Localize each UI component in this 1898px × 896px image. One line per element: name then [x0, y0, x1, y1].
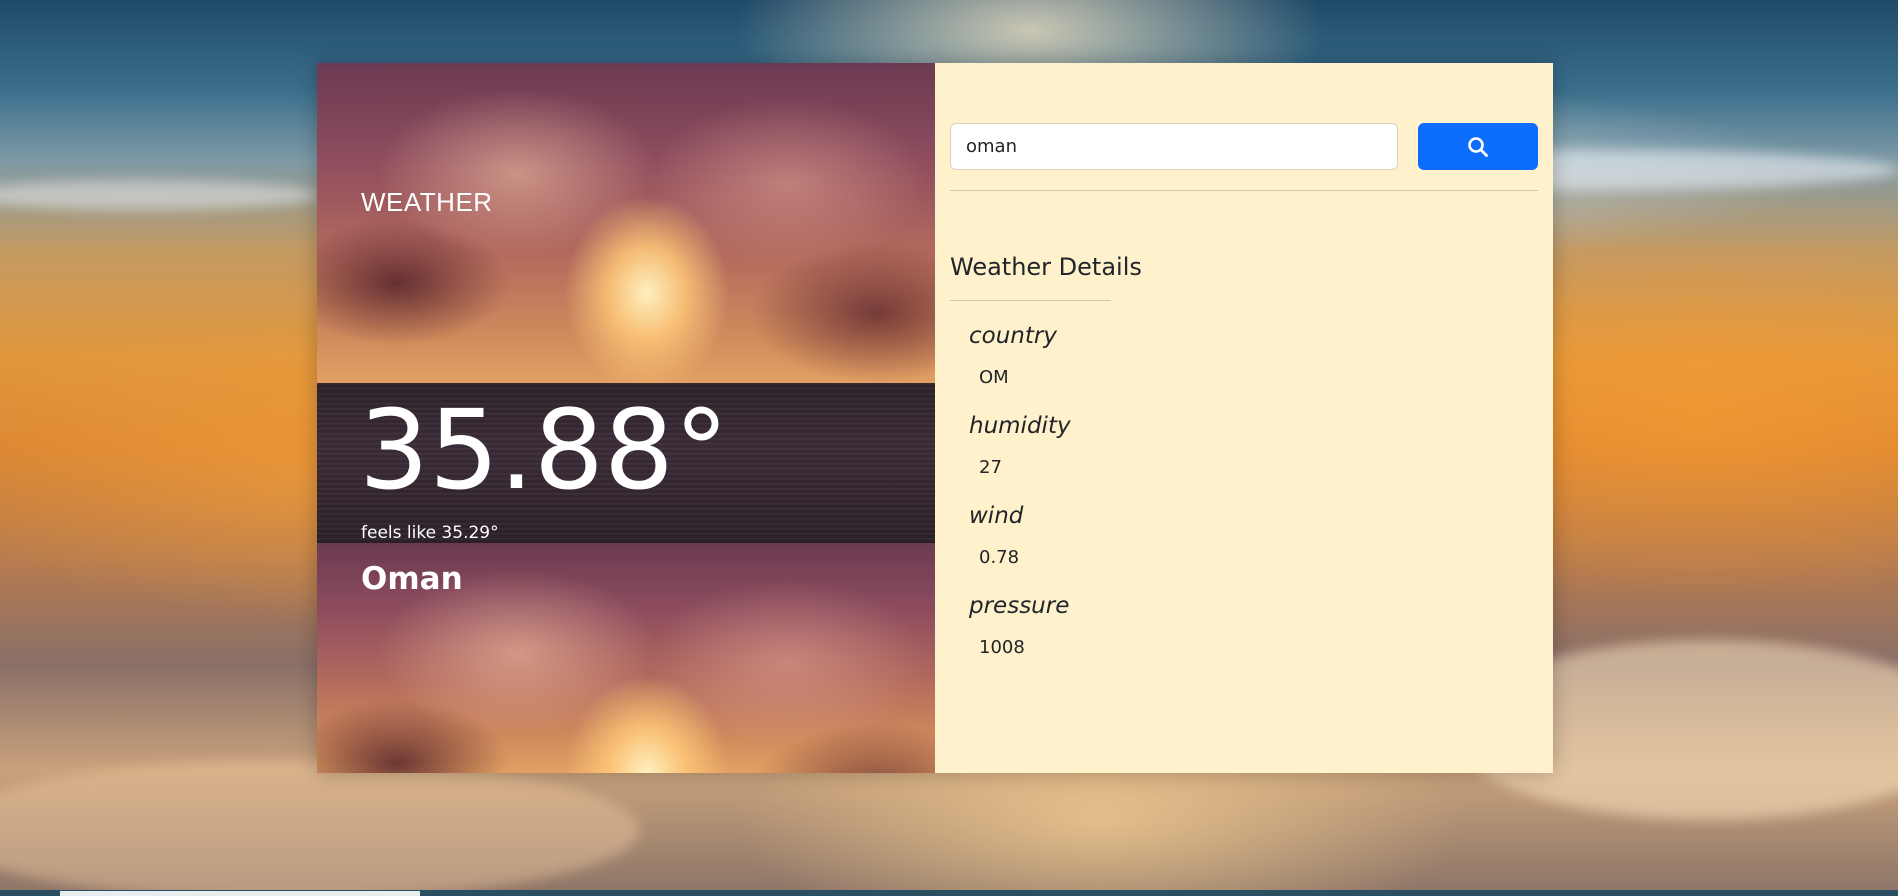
- weather-card: WEATHER 35.88° feels like 35.29° Oman We…: [317, 63, 1553, 773]
- current-weather-panel: WEATHER 35.88° feels like 35.29° Oman: [317, 63, 935, 773]
- search-divider: [950, 190, 1538, 191]
- detail-label-humidity: humidity: [969, 413, 1071, 439]
- temperature-value: 35.88°: [359, 386, 729, 514]
- detail-value-wind: 0.78: [979, 547, 1020, 568]
- detail-label-wind: wind: [969, 503, 1024, 529]
- city-name: Oman: [361, 561, 463, 597]
- detail-value-pressure: 1008: [979, 637, 1025, 658]
- detail-value-country: OM: [979, 367, 1009, 388]
- search-button[interactable]: [1418, 123, 1538, 170]
- feels-like-text: feels like 35.29°: [361, 523, 499, 543]
- app-title: WEATHER: [361, 187, 493, 217]
- sunset-sky-image: [317, 63, 935, 383]
- background-cloud-band: [0, 180, 320, 210]
- taskbar-strip: [0, 890, 1898, 896]
- heading-divider: [950, 300, 1111, 301]
- search-icon: [1468, 136, 1488, 157]
- details-heading: Weather Details: [950, 253, 1142, 281]
- city-search-input[interactable]: [950, 123, 1398, 170]
- detail-label-pressure: pressure: [969, 593, 1070, 619]
- taskbar-indicator: [60, 891, 420, 896]
- page-background: WEATHER 35.88° feels like 35.29° Oman We…: [0, 0, 1898, 896]
- background-cloud-band: [0, 760, 640, 896]
- detail-value-humidity: 27: [979, 457, 1002, 478]
- weather-details-panel: Weather Details country OM humidity 27 w…: [935, 63, 1553, 773]
- detail-label-country: country: [969, 323, 1057, 349]
